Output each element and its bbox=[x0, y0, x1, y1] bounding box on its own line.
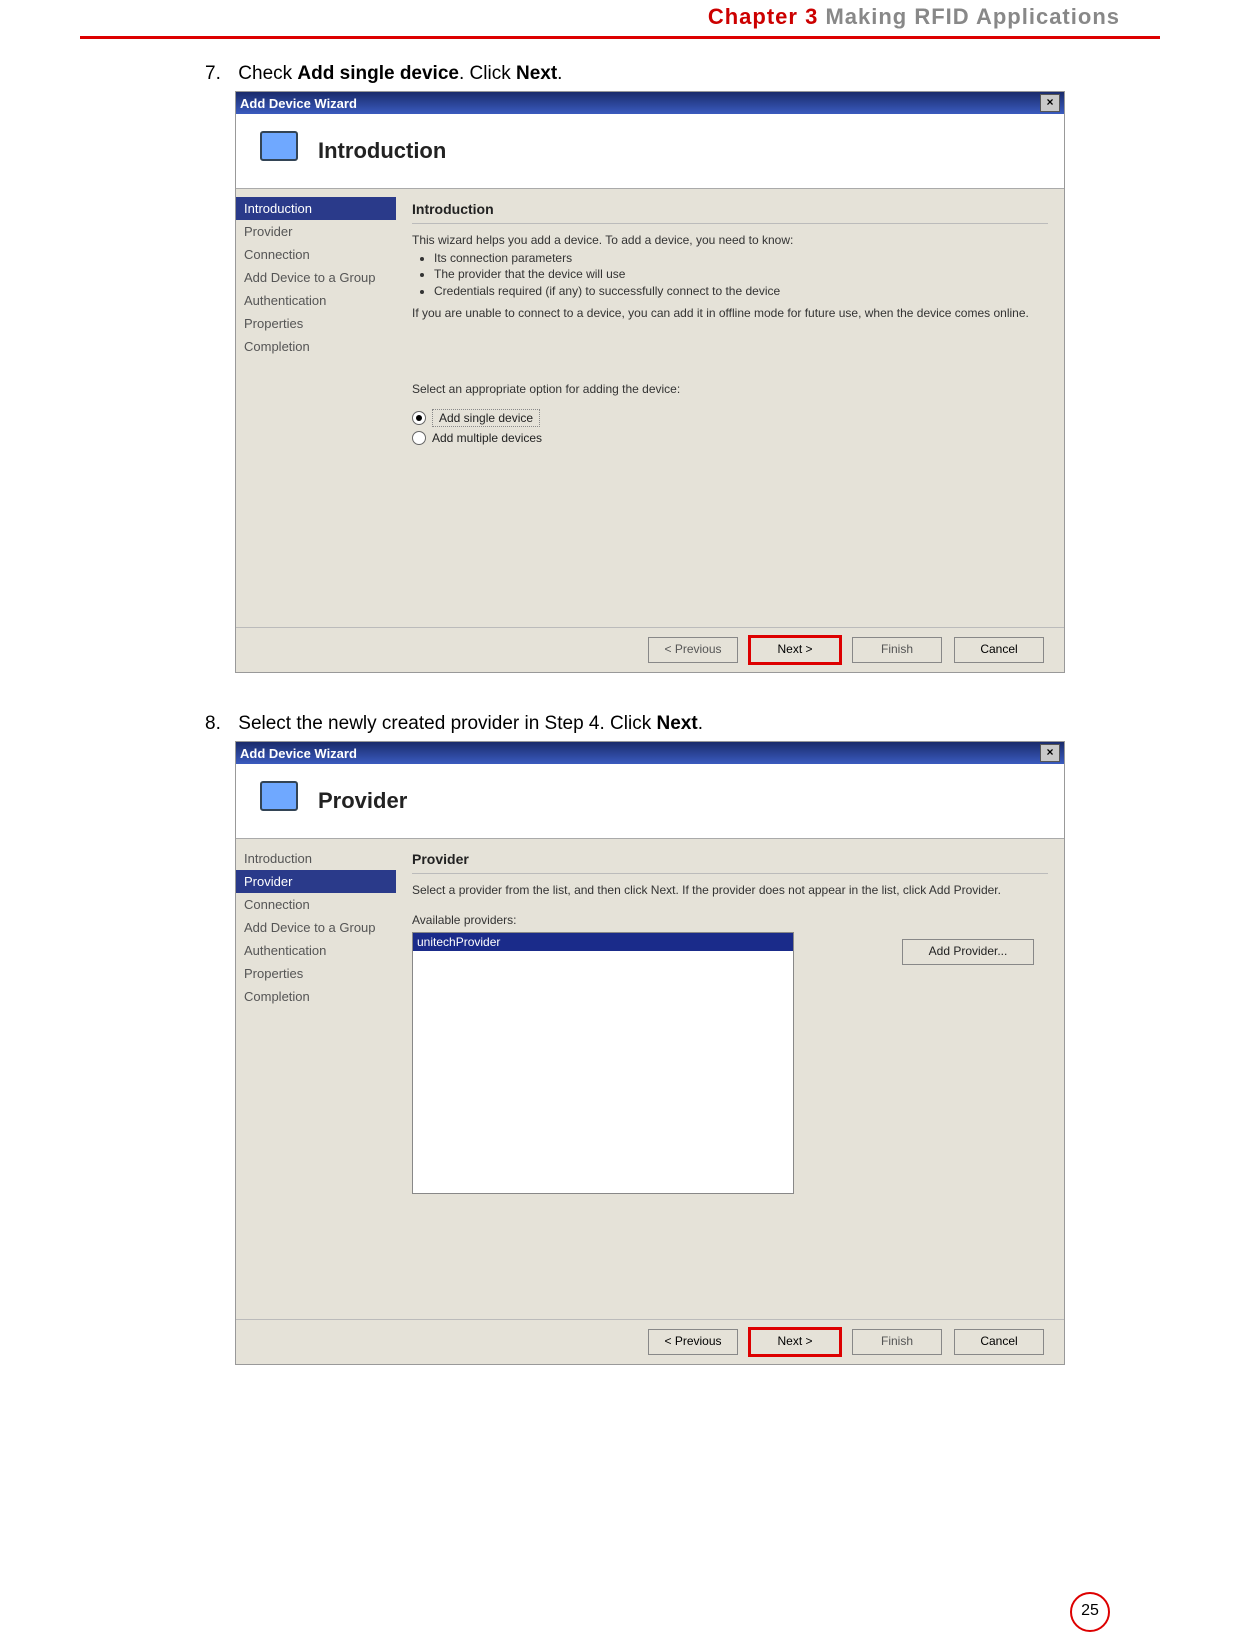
button-bar: < Previous Next > Finish Cancel bbox=[236, 627, 1064, 672]
cancel-button[interactable]: Cancel bbox=[954, 1329, 1044, 1355]
radio-icon[interactable] bbox=[412, 431, 426, 445]
radio-icon[interactable] bbox=[412, 411, 426, 425]
wizard-main: Introduction This wizard helps you add a… bbox=[396, 189, 1064, 627]
cancel-button[interactable]: Cancel bbox=[954, 637, 1044, 663]
nav-item-provider[interactable]: Provider bbox=[236, 220, 396, 243]
nav-item-completion[interactable]: Completion bbox=[236, 335, 396, 358]
wizard-header: Provider bbox=[236, 764, 1064, 839]
finish-button: Finish bbox=[852, 637, 942, 663]
wizard-screenshot-2: Add Device Wizard × Provider Introductio… bbox=[235, 741, 1065, 1365]
section-title: Provider bbox=[412, 851, 1048, 867]
section-divider bbox=[412, 873, 1048, 874]
device-icon bbox=[254, 127, 302, 175]
close-icon[interactable]: × bbox=[1040, 94, 1060, 112]
step-7-text: 7. Check Add single device. Click Next. bbox=[205, 63, 1120, 85]
nav-item-connection[interactable]: Connection bbox=[236, 893, 396, 916]
nav-item-add-group[interactable]: Add Device to a Group bbox=[236, 266, 396, 289]
nav-item-properties[interactable]: Properties bbox=[236, 312, 396, 335]
chapter-number: Chapter 3 bbox=[708, 4, 818, 29]
back-button: < Previous bbox=[648, 637, 738, 663]
option-label: Add multiple devices bbox=[432, 431, 542, 445]
nav-item-completion[interactable]: Completion bbox=[236, 985, 396, 1008]
chapter-title: Making RFID Applications bbox=[818, 4, 1120, 29]
select-prompt: Select an appropriate option for adding … bbox=[412, 381, 1048, 397]
add-provider-button[interactable]: Add Provider... bbox=[902, 939, 1034, 965]
device-icon bbox=[254, 777, 302, 825]
titlebar: Add Device Wizard × bbox=[236, 742, 1064, 764]
nav-item-authentication[interactable]: Authentication bbox=[236, 939, 396, 962]
option-label: Add single device bbox=[432, 409, 540, 427]
option-add-single[interactable]: Add single device bbox=[412, 409, 1048, 427]
section-title: Introduction bbox=[412, 201, 1048, 217]
nav-item-properties[interactable]: Properties bbox=[236, 962, 396, 985]
nav-item-provider[interactable]: Provider bbox=[236, 870, 396, 893]
nav-item-introduction[interactable]: Introduction bbox=[236, 197, 396, 220]
page-number: 25 bbox=[1070, 1592, 1110, 1632]
nav-item-introduction[interactable]: Introduction bbox=[236, 847, 396, 870]
wizard-header-title: Introduction bbox=[318, 138, 446, 164]
wizard-main: Provider Select a provider from the list… bbox=[396, 839, 1064, 1319]
wizard-nav: Introduction Provider Connection Add Dev… bbox=[236, 189, 396, 627]
nav-item-authentication[interactable]: Authentication bbox=[236, 289, 396, 312]
nav-item-connection[interactable]: Connection bbox=[236, 243, 396, 266]
wizard-nav: Introduction Provider Connection Add Dev… bbox=[236, 839, 396, 1319]
provider-list[interactable]: unitechProvider bbox=[412, 932, 794, 1194]
wizard-header-title: Provider bbox=[318, 788, 407, 814]
chapter-header: Chapter 3 Making RFID Applications bbox=[0, 0, 1240, 36]
finish-button: Finish bbox=[852, 1329, 942, 1355]
button-bar: < Previous Next > Finish Cancel bbox=[236, 1319, 1064, 1364]
wizard-header: Introduction bbox=[236, 114, 1064, 189]
intro-blurb: This wizard helps you add a device. To a… bbox=[412, 232, 1048, 321]
available-label: Available providers: bbox=[412, 912, 1048, 928]
section-divider bbox=[412, 223, 1048, 224]
back-button[interactable]: < Previous bbox=[648, 1329, 738, 1355]
titlebar: Add Device Wizard × bbox=[236, 92, 1064, 114]
option-add-multiple[interactable]: Add multiple devices bbox=[412, 431, 1048, 445]
window-title: Add Device Wizard bbox=[240, 746, 357, 761]
wizard-screenshot-1: Add Device Wizard × Introduction Introdu… bbox=[235, 91, 1065, 673]
step-8-text: 8. Select the newly created provider in … bbox=[205, 713, 1120, 735]
header-rule bbox=[80, 36, 1160, 39]
next-button[interactable]: Next > bbox=[750, 637, 840, 663]
close-icon[interactable]: × bbox=[1040, 744, 1060, 762]
nav-item-add-group[interactable]: Add Device to a Group bbox=[236, 916, 396, 939]
next-button[interactable]: Next > bbox=[750, 1329, 840, 1355]
provider-desc: Select a provider from the list, and the… bbox=[412, 882, 1048, 898]
provider-list-item[interactable]: unitechProvider bbox=[413, 933, 793, 951]
window-title: Add Device Wizard bbox=[240, 96, 357, 111]
